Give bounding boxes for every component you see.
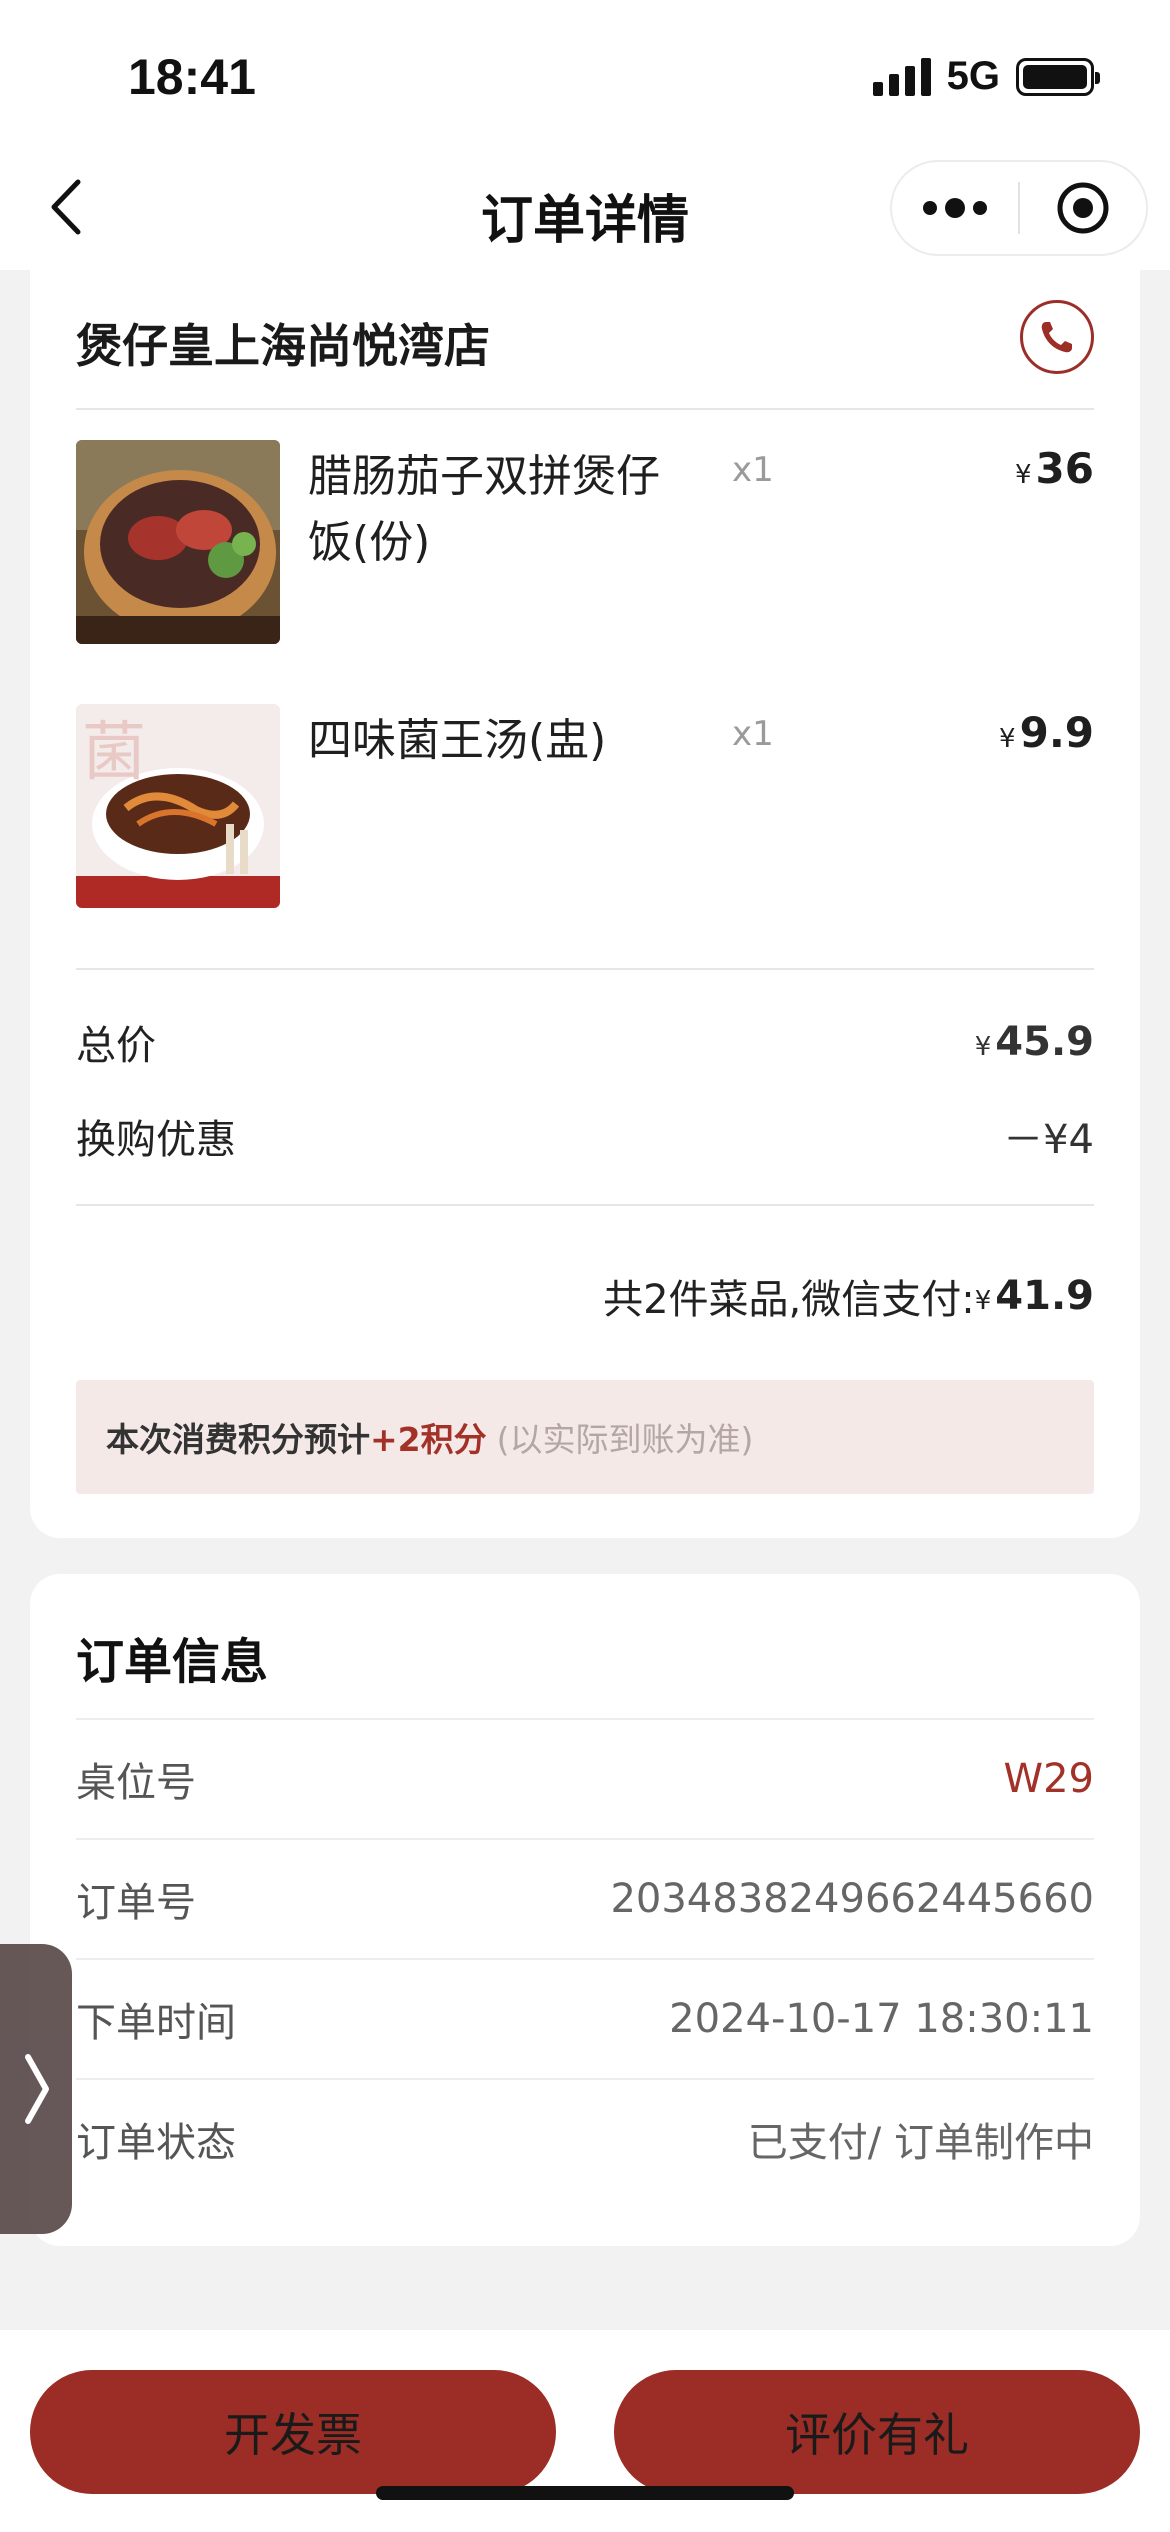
- order-number-row: 订单号 2034838249662445660: [76, 1838, 1094, 1958]
- total-amount: 45.9: [995, 1019, 1094, 1065]
- total-label: 总价: [76, 1023, 156, 1069]
- total-value: ¥45.9: [975, 1019, 1094, 1065]
- order-time: 2024-10-17 18:30:11: [669, 1996, 1094, 2042]
- order-number: 2034838249662445660: [610, 1876, 1094, 1922]
- discount-row: 换购优惠 －¥4: [76, 1106, 1094, 1166]
- chevron-right-icon: [25, 2054, 49, 2124]
- item-price-value: 9.9: [1019, 708, 1094, 757]
- points-banner: 本次消费积分预计 +2积分 (以实际到账为准): [76, 1380, 1094, 1494]
- info-label: 订单状态: [76, 2120, 236, 2166]
- order-items-card: 煲仔皇上海尚悦湾店 腊肠茄子双拼煲仔饭(份) x1 ¥36 菌 四味菌王汤(盅)…: [30, 270, 1140, 1538]
- more-dots-icon: [923, 198, 987, 218]
- currency-symbol: ¥: [999, 724, 1016, 754]
- item-price-value: 36: [1035, 444, 1094, 493]
- dish-image: [76, 440, 280, 644]
- divider: [76, 408, 1094, 410]
- item-quantity: x1: [732, 450, 774, 490]
- call-store-button[interactable]: [1020, 300, 1094, 374]
- item-name: 腊肠茄子双拼煲仔饭(份): [308, 451, 660, 568]
- nav-bar: 订单详情: [0, 150, 1170, 270]
- info-label: 桌位号: [76, 1760, 196, 1806]
- side-expand-tab[interactable]: [0, 1944, 72, 2234]
- total-row: 总价 ¥45.9: [76, 1012, 1094, 1072]
- points-amount: +2积分: [370, 1420, 487, 1459]
- section-title: 订单信息: [76, 1634, 269, 1690]
- currency-symbol: ¥: [1015, 460, 1032, 490]
- status-indicators: 5G: [872, 54, 1100, 99]
- order-status-row: 订单状态 已支付/ 订单制作中: [76, 2078, 1094, 2198]
- divider: [76, 1204, 1094, 1206]
- order-info-card: 订单信息 桌位号 W29 订单号 2034838249662445660 下单时…: [30, 1574, 1140, 2246]
- list-item[interactable]: 腊肠茄子双拼煲仔饭(份) x1 ¥36: [76, 440, 1094, 644]
- currency-symbol: ¥: [974, 1032, 992, 1062]
- points-note: (以实际到账为准): [496, 1420, 754, 1459]
- invoice-button[interactable]: 开发票: [30, 2370, 556, 2494]
- order-time-row: 下单时间 2024-10-17 18:30:11: [76, 1958, 1094, 2078]
- more-button[interactable]: [892, 162, 1018, 254]
- currency-symbol: ¥: [974, 1286, 992, 1316]
- discount-value: －¥4: [1003, 1117, 1094, 1163]
- order-status: 已支付/ 订单制作中: [747, 2120, 1094, 2166]
- divider: [76, 968, 1094, 970]
- item-price: ¥9.9: [999, 708, 1094, 757]
- info-label: 下单时间: [76, 2000, 236, 2046]
- table-number: W29: [1003, 1756, 1094, 1802]
- summary-text: 共2件菜品,微信支付:: [603, 1277, 975, 1323]
- network-label: 5G: [946, 54, 1000, 98]
- close-button[interactable]: [1020, 162, 1146, 254]
- points-prefix: 本次消费积分预计: [106, 1420, 370, 1459]
- item-quantity: x1: [732, 714, 774, 754]
- store-name: 煲仔皇上海尚悦湾店: [76, 319, 490, 373]
- item-price: ¥36: [1015, 444, 1094, 493]
- discount-label: 换购优惠: [76, 1117, 236, 1163]
- status-bar: 18:41 5G: [0, 0, 1170, 150]
- paid-value: 41.9: [995, 1273, 1094, 1319]
- payment-summary: 共2件菜品,微信支付: ¥41.9: [76, 1266, 1094, 1326]
- status-time: 18:41: [128, 49, 256, 105]
- target-circle-icon: [1057, 182, 1109, 234]
- review-button[interactable]: 评价有礼: [614, 2370, 1140, 2494]
- mini-program-capsule: [890, 160, 1148, 256]
- dish-image: 菌: [76, 704, 280, 908]
- paid-amount: ¥41.9: [975, 1273, 1094, 1319]
- signal-icon: [872, 57, 931, 96]
- battery-icon: [1016, 57, 1100, 96]
- table-number-row: 桌位号 W29: [76, 1718, 1094, 1838]
- bottom-action-bar: 开发票 评价有礼: [0, 2330, 1170, 2532]
- item-name: 四味菌王汤(盅): [308, 715, 607, 766]
- phone-icon: [1041, 322, 1072, 353]
- info-label: 订单号: [76, 1880, 196, 1926]
- home-indicator: [376, 2486, 794, 2500]
- svg-text:菌: 菌: [82, 716, 146, 790]
- list-item[interactable]: 菌 四味菌王汤(盅) x1 ¥9.9: [76, 704, 1094, 908]
